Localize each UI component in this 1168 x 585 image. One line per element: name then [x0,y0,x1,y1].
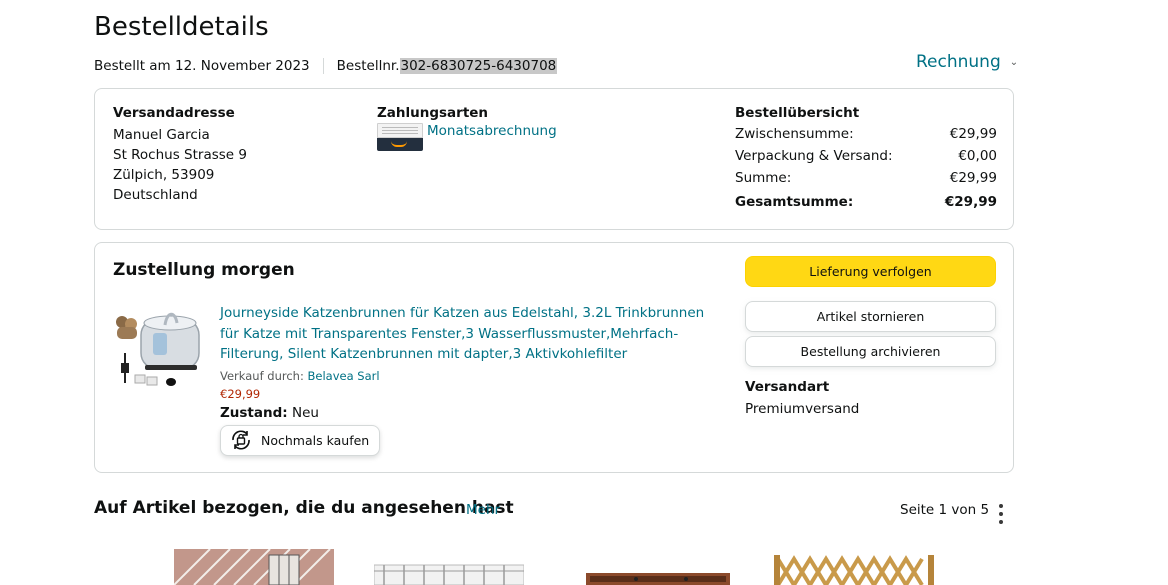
overview-label: Zwischensumme: [735,126,854,142]
related-product-thumbnail[interactable] [586,549,730,585]
overview-value: €29,99 [949,170,997,186]
total-value: €29,99 [944,194,997,210]
seller-info: Verkauf durch: Belavea Sarl [220,369,720,383]
track-package-button[interactable]: Lieferung verfolgen [745,256,996,287]
product-title-link[interactable]: Journeyside Katzenbrunnen für Katzen aus… [220,303,720,365]
overview-title: Bestellübersicht [735,105,860,121]
buy-again-label: Nochmals kaufen [261,432,370,448]
related-product-thumbnail[interactable] [374,549,524,585]
more-options-icon[interactable] [992,502,1010,526]
overview-row: Summe: €29,99 [735,167,997,189]
overview-label: Summe: [735,170,792,186]
cancel-item-button[interactable]: Artikel stornieren [745,301,996,332]
related-product-thumbnail[interactable] [174,549,334,585]
shipping-type-title: Versandart [745,379,830,395]
total-label: Gesamtsumme: [735,194,854,210]
delivery-box: Zustellung morgen Journeyside Katzenbrun… [94,242,1014,473]
payment-method-link[interactable]: Monatsabrechnung [427,123,557,139]
invoice-label: Rechnung [916,52,1001,72]
overview-value: €29,99 [949,126,997,142]
payment-methods: Zahlungsarten Monatsabrechnung [377,105,557,151]
address-line: Deutschland [113,187,198,203]
rebuy-icon [232,430,250,450]
product-image[interactable] [113,303,205,395]
seller-link[interactable]: Belavea Sarl [307,369,379,383]
related-more-link[interactable]: Mehr [466,502,500,518]
order-meta: Bestellt am 12. November 2023 Bestellnr.… [94,58,558,74]
related-product-thumbnail[interactable] [774,549,934,585]
overview-row: Verpackung & Versand: €0,00 [735,145,997,167]
shipping-type-value: Premiumversand [745,401,860,417]
address-line: Manuel Garcia [113,127,210,143]
order-summary-box: Versandadresse Manuel Garcia St Rochus S… [94,88,1014,230]
chevron-down-icon: ⌄ [1009,56,1019,68]
overview-label: Verpackung & Versand: [735,148,893,164]
order-overview: Bestellübersicht Zwischensumme: €29,99 V… [735,105,997,213]
related-items-title: Auf Artikel bezogen, die du angesehen ha… [94,498,514,518]
meta-divider [322,58,324,74]
shipping-address-title: Versandadresse [113,105,235,121]
product-condition: Zustand: Neu [220,405,720,421]
shipping-address: Versandadresse Manuel Garcia St Rochus S… [113,105,247,205]
payment-title: Zahlungsarten [377,105,489,121]
order-number-label: Bestellnr. [336,58,400,74]
carousel-pager: Seite 1 von 5 [900,502,990,518]
order-date: Bestellt am 12. November 2023 [94,58,310,74]
overview-value: €0,00 [958,148,997,164]
delivery-status-title: Zustellung morgen [113,260,295,280]
overview-total-row: Gesamtsumme: €29,99 [735,191,997,213]
buy-again-button[interactable]: Nochmals kaufen [220,424,381,456]
overview-row: Zwischensumme: €29,99 [735,123,997,145]
page-title: Bestelldetails [94,12,269,42]
product-info: Journeyside Katzenbrunnen für Katzen aus… [220,303,720,456]
archive-order-button[interactable]: Bestellung archivieren [745,336,996,367]
product-price: €29,99 [220,386,261,401]
condition-label: Zustand: [220,404,288,421]
amazon-card-icon [377,123,423,151]
seller-label: Verkauf durch: [220,368,304,383]
address-line: Zülpich, 53909 [113,167,215,183]
order-actions: Lieferung verfolgen Artikel stornieren B… [745,256,996,417]
address-line: St Rochus Strasse 9 [113,147,247,163]
condition-value: Neu [291,404,319,421]
order-number[interactable]: 302-6830725-6430708 [399,58,558,74]
invoice-dropdown[interactable]: Rechnung ⌄ [916,52,1018,72]
